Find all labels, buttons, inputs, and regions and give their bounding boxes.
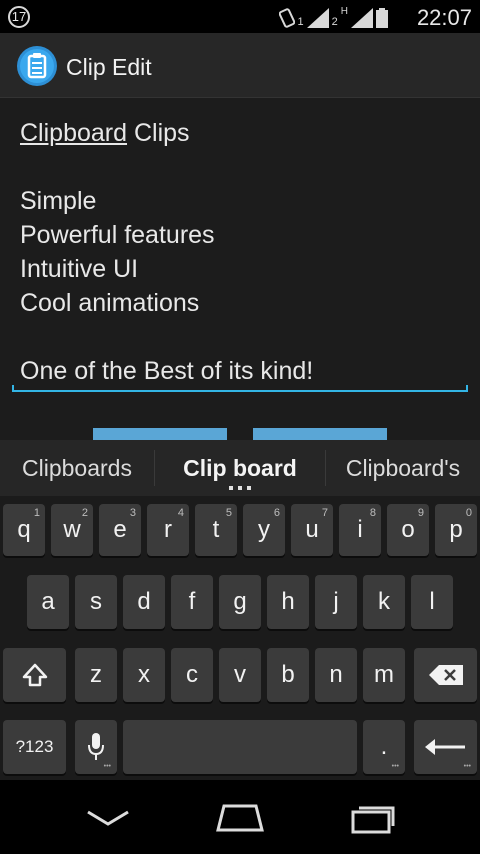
period-key[interactable]: . •••: [363, 720, 405, 774]
key-e[interactable]: 3e: [99, 504, 141, 556]
key-t[interactable]: 5t: [195, 504, 237, 556]
key-a[interactable]: a: [27, 575, 69, 629]
text-field-underline: [12, 385, 468, 392]
vibrate-icon: [278, 8, 295, 28]
text-line-2: Simple: [20, 187, 97, 215]
text-line-4: Intuitive UI: [20, 255, 139, 283]
text-line-5: Cool animations: [20, 289, 200, 317]
key-v[interactable]: v: [219, 648, 261, 702]
key-g[interactable]: g: [219, 575, 261, 629]
voice-input-key[interactable]: •••: [75, 720, 117, 774]
key-l[interactable]: l: [411, 575, 453, 629]
key-u[interactable]: 7u: [291, 504, 333, 556]
symbols-key[interactable]: ?123: [3, 720, 66, 774]
key-i[interactable]: 8i: [339, 504, 381, 556]
key-f[interactable]: f: [171, 575, 213, 629]
key-o[interactable]: 9o: [387, 504, 429, 556]
enter-key[interactable]: •••: [414, 720, 477, 774]
home-icon[interactable]: [210, 800, 270, 836]
text-line-3: Powerful features: [20, 221, 215, 249]
recents-icon[interactable]: [343, 800, 403, 836]
shift-key[interactable]: [3, 648, 66, 702]
signal-icon: [306, 8, 329, 28]
key-p[interactable]: 0p: [435, 504, 477, 556]
suggestion-right[interactable]: Clipboard's: [326, 440, 480, 496]
text-line-1: Clipboard Clips: [20, 116, 313, 150]
sim2-label: 2: [331, 16, 338, 28]
clock: 22:07: [416, 5, 472, 30]
app-title: Clip Edit: [66, 54, 152, 80]
clip-text-area[interactable]: Clipboard Clips Simple Powerful features…: [20, 116, 313, 388]
navigation-bar: [0, 780, 480, 854]
key-x[interactable]: x: [123, 648, 165, 702]
signal-icon: [351, 8, 373, 28]
notification-count-badge[interactable]: 17: [8, 6, 30, 28]
text-line-6: One of the Best of its kind!: [20, 357, 314, 385]
key-w[interactable]: 2w: [51, 504, 93, 556]
key-j[interactable]: j: [315, 575, 357, 629]
key-h[interactable]: h: [267, 575, 309, 629]
key-b[interactable]: b: [267, 648, 309, 702]
shift-icon: [22, 663, 48, 687]
misspelled-word[interactable]: Clipboard: [20, 119, 127, 147]
key-k[interactable]: k: [363, 575, 405, 629]
more-suggestions-indicator[interactable]: [229, 486, 251, 490]
key-c[interactable]: c: [171, 648, 213, 702]
backspace-icon: [429, 665, 463, 685]
key-m[interactable]: m: [363, 648, 405, 702]
clipboard-icon[interactable]: [16, 45, 58, 87]
key-q[interactable]: 1q: [3, 504, 45, 556]
key-z[interactable]: z: [75, 648, 117, 702]
clip-editor[interactable]: Clipboard Clips Simple Powerful features…: [0, 98, 480, 442]
key-r[interactable]: 4r: [147, 504, 189, 556]
backspace-key[interactable]: [414, 648, 477, 702]
microphone-icon: [88, 733, 104, 760]
action-bar: Clip Edit: [0, 33, 480, 98]
key-s[interactable]: s: [75, 575, 117, 629]
status-bar: 17 1 2 H 22:07: [0, 0, 480, 33]
suggestion-left[interactable]: Clipboards: [0, 440, 154, 496]
keyboard: 1q 2w 3e 4r 5t 6y 7u 8i 9o 0p a s d f g …: [0, 496, 480, 780]
enter-icon: [425, 739, 465, 755]
battery-icon: [376, 8, 388, 28]
key-d[interactable]: d: [123, 575, 165, 629]
status-icons: 1 2 H: [278, 6, 388, 28]
text-fragment: Clips: [127, 119, 190, 147]
sim1-label: 1: [297, 16, 304, 28]
back-icon[interactable]: [78, 800, 138, 836]
space-bar[interactable]: [123, 720, 357, 774]
key-y[interactable]: 6y: [243, 504, 285, 556]
network-type-label: H: [340, 6, 348, 17]
key-n[interactable]: n: [315, 648, 357, 702]
